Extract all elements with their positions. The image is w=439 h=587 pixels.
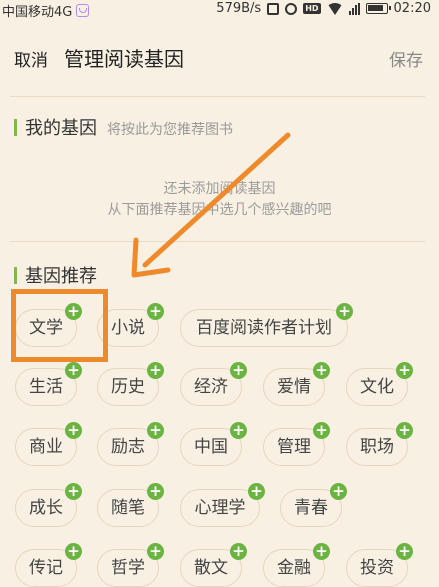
annotation-arrow-icon [131, 132, 291, 278]
